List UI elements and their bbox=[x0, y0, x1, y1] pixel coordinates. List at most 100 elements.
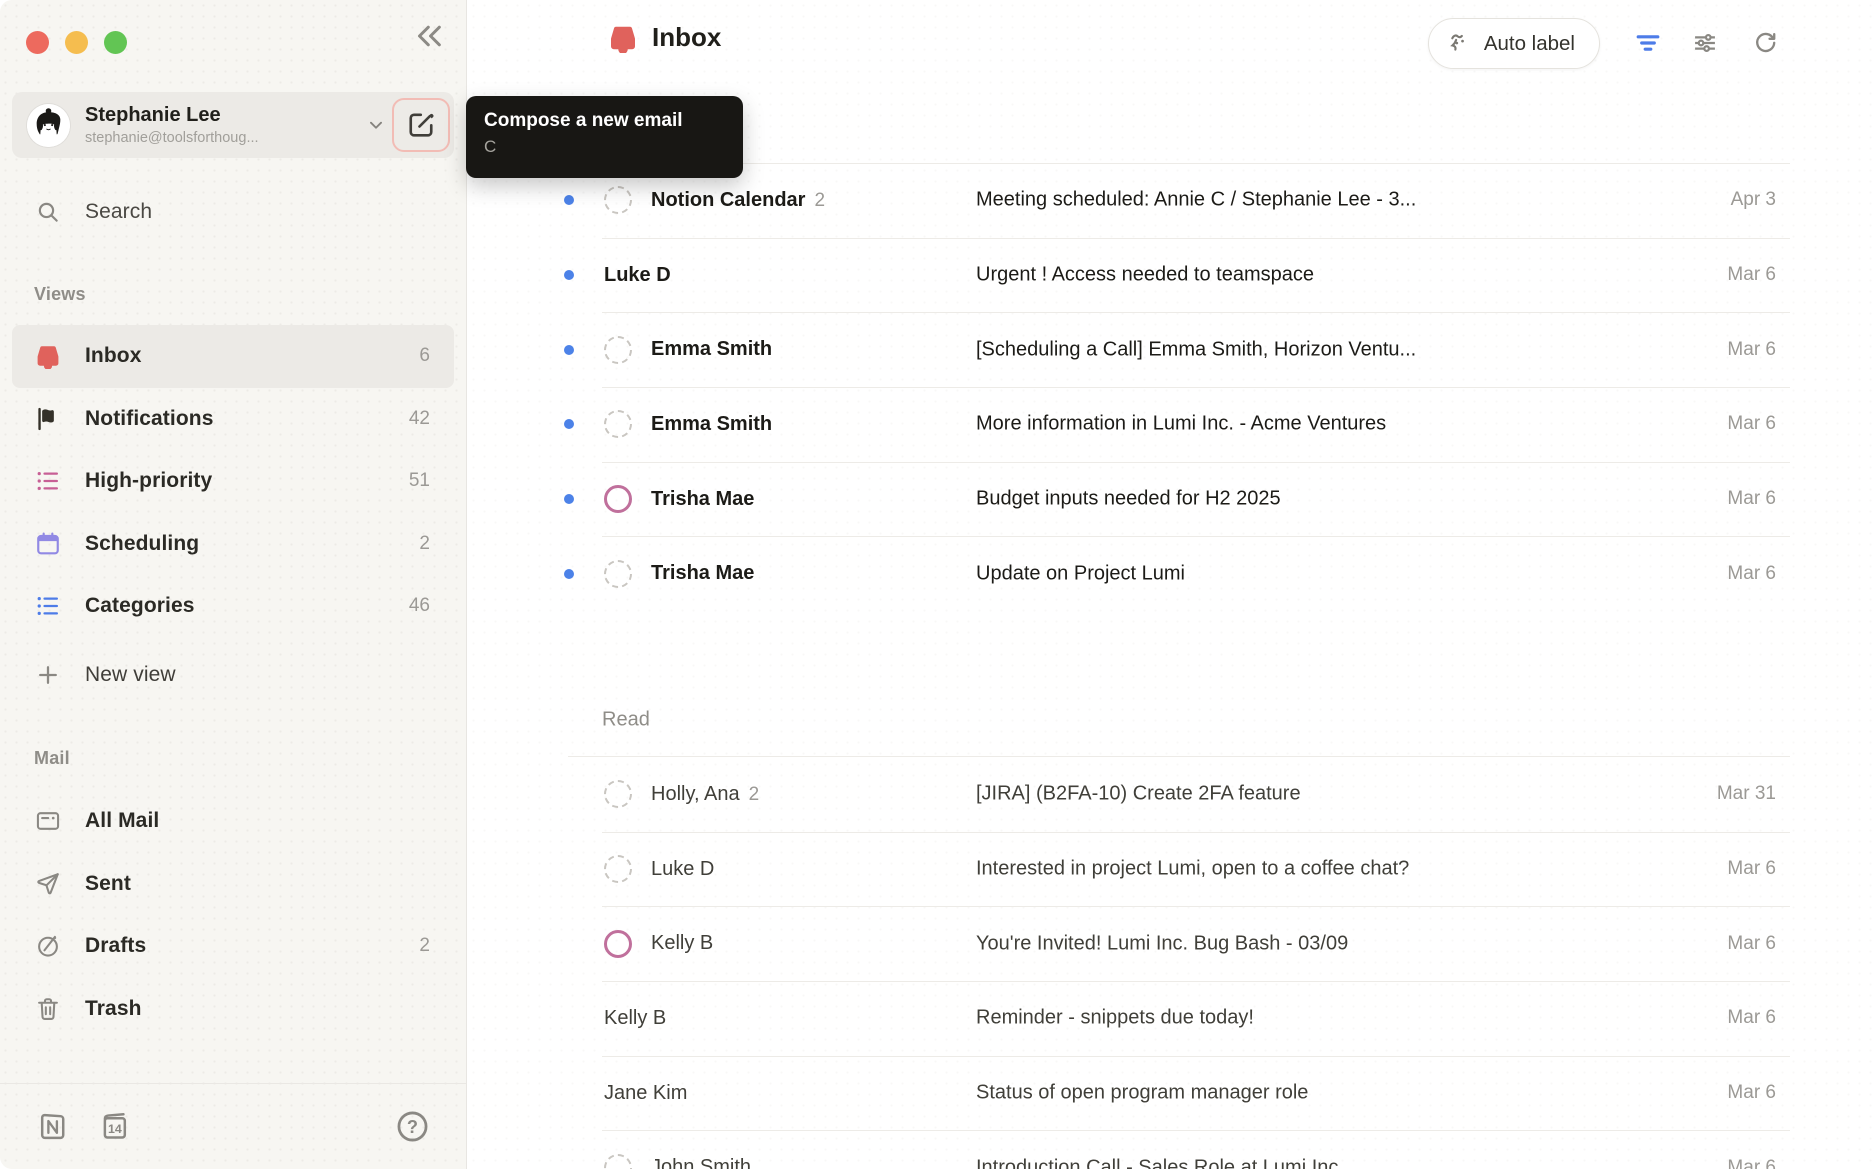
account-switcher[interactable]: Stephanie Lee stephanie@toolsforthoug... bbox=[12, 92, 454, 158]
email-subject: [JIRA] (B2FA-10) Create 2FA feature bbox=[976, 783, 1666, 806]
inbox-icon bbox=[608, 23, 638, 53]
sidebar-item-sent[interactable]: Sent bbox=[12, 853, 454, 916]
unread-dot-icon bbox=[564, 494, 574, 504]
calendar-14-icon[interactable]: 14 bbox=[98, 1110, 131, 1143]
close-button[interactable] bbox=[26, 31, 49, 54]
read-section-header: Read bbox=[468, 682, 1876, 757]
sidebar-footer: 14 ? bbox=[0, 1083, 466, 1169]
page-title: Inbox bbox=[652, 22, 721, 53]
email-sender: Luke D bbox=[604, 264, 671, 287]
compose-icon bbox=[406, 110, 436, 140]
sidebar-item-drafts[interactable]: Drafts 2 bbox=[12, 915, 454, 978]
sidebar-item-count: 2 bbox=[419, 935, 430, 957]
help-icon[interactable]: ? bbox=[395, 1109, 430, 1144]
email-date: Mar 6 bbox=[1727, 1082, 1776, 1104]
email-subject: Update on Project Lumi bbox=[976, 562, 1666, 585]
email-date: Mar 6 bbox=[1727, 488, 1776, 510]
mail-section-label: Mail bbox=[34, 748, 70, 769]
sidebar-item-categories[interactable]: Categories 46 bbox=[12, 575, 454, 638]
svg-text:14: 14 bbox=[108, 1122, 122, 1136]
email-date: Mar 6 bbox=[1727, 563, 1776, 585]
sidebar-item-scheduling[interactable]: Scheduling 2 bbox=[12, 513, 454, 576]
svg-text:?: ? bbox=[407, 1117, 418, 1137]
collapse-icon bbox=[411, 19, 445, 53]
avatar-placeholder bbox=[604, 186, 632, 214]
sidebar-item-notifications[interactable]: Notifications 42 bbox=[12, 388, 454, 451]
sidebar-item-label: Notifications bbox=[85, 407, 213, 431]
email-subject: Meeting scheduled: Annie C / Stephanie L… bbox=[976, 189, 1666, 212]
mail-list: All Mail Sent Drafts 2 Trash bbox=[0, 790, 466, 1040]
drafts-icon bbox=[34, 932, 62, 960]
email-sender: Emma Smith bbox=[651, 413, 772, 436]
email-sender: Kelly B bbox=[604, 1007, 666, 1030]
new-view-label: New view bbox=[85, 663, 176, 687]
scheduling-icon bbox=[34, 530, 62, 558]
email-sender: Jane Kim bbox=[604, 1082, 687, 1105]
all-mail-icon bbox=[34, 807, 62, 835]
email-row[interactable]: Kelly B You're Invited! Lumi Inc. Bug Ba… bbox=[468, 906, 1876, 981]
sidebar-item-inbox[interactable]: Inbox 6 bbox=[12, 325, 454, 388]
notifications-icon bbox=[34, 405, 62, 433]
sidebar-item-label: Trash bbox=[85, 997, 142, 1021]
sidebar-item-label: Sent bbox=[85, 872, 131, 896]
compose-button[interactable] bbox=[392, 98, 450, 152]
sidebar-item-label: Drafts bbox=[85, 934, 146, 958]
sidebar-item-label: High-priority bbox=[85, 469, 212, 493]
email-row[interactable]: Luke D Urgent ! Access needed to teamspa… bbox=[468, 238, 1876, 313]
display-settings-icon[interactable] bbox=[1691, 29, 1719, 57]
avatar-placeholder bbox=[604, 410, 632, 438]
email-row[interactable]: Trisha Mae Budget inputs needed for H2 2… bbox=[468, 462, 1876, 537]
compose-tooltip: Compose a new email C bbox=[466, 96, 743, 178]
high-priority-icon bbox=[34, 467, 62, 495]
email-subject: You're Invited! Lumi Inc. Bug Bash - 03/… bbox=[976, 932, 1666, 955]
filter-icon[interactable] bbox=[1634, 29, 1662, 57]
auto-label-icon bbox=[1446, 30, 1473, 57]
email-subject: More information in Lumi Inc. - Acme Ven… bbox=[976, 413, 1666, 436]
collapse-sidebar-button[interactable] bbox=[408, 16, 448, 56]
read-section-label: Read bbox=[602, 708, 650, 731]
sidebar-item-count: 2 bbox=[419, 533, 430, 555]
new-view-button[interactable]: New view bbox=[12, 644, 454, 707]
refresh-icon[interactable] bbox=[1751, 29, 1779, 57]
email-row[interactable]: John Smith Introduction Call - Sales Rol… bbox=[468, 1130, 1876, 1169]
unread-dot-icon bbox=[564, 569, 574, 579]
email-row[interactable]: Holly, Ana 2 [JIRA] (B2FA-10) Create 2FA… bbox=[468, 757, 1876, 832]
chevron-down-icon bbox=[365, 114, 387, 136]
unread-dot-icon bbox=[564, 195, 574, 205]
auto-label-button[interactable]: Auto label bbox=[1428, 18, 1600, 69]
read-list: Holly, Ana 2 [JIRA] (B2FA-10) Create 2FA… bbox=[468, 757, 1876, 1169]
email-subject: Introduction Call - Sales Role at Lumi I… bbox=[976, 1156, 1666, 1169]
zoom-button[interactable] bbox=[104, 31, 127, 54]
email-row[interactable]: Kelly B Reminder - snippets due today! M… bbox=[468, 981, 1876, 1056]
avatar-placeholder bbox=[604, 855, 632, 883]
email-sender: Trisha Mae bbox=[651, 562, 754, 585]
email-date: Mar 6 bbox=[1727, 933, 1776, 955]
email-thread-count: 2 bbox=[749, 784, 760, 806]
sidebar-item-high-priority[interactable]: High-priority 51 bbox=[12, 450, 454, 513]
email-date: Mar 6 bbox=[1727, 413, 1776, 435]
sidebar-item-all-mail[interactable]: All Mail bbox=[12, 790, 454, 853]
email-date: Mar 6 bbox=[1727, 1007, 1776, 1029]
email-row[interactable]: Luke D Interested in project Lumi, open … bbox=[468, 832, 1876, 907]
email-row[interactable]: Jane Kim Status of open program manager … bbox=[468, 1056, 1876, 1131]
window-controls bbox=[26, 31, 127, 54]
email-row[interactable]: Emma Smith [Scheduling a Call] Emma Smit… bbox=[468, 312, 1876, 387]
notion-logo[interactable] bbox=[36, 1110, 69, 1143]
search-button[interactable]: Search bbox=[12, 181, 454, 244]
minimize-button[interactable] bbox=[65, 31, 88, 54]
search-icon bbox=[34, 198, 62, 226]
sidebar-item-label: Scheduling bbox=[85, 532, 199, 556]
email-row[interactable]: Trisha Mae Update on Project Lumi Mar 6 bbox=[468, 536, 1876, 611]
sidebar: Stephanie Lee stephanie@toolsforthoug...… bbox=[0, 0, 467, 1169]
avatar-placeholder bbox=[604, 336, 632, 364]
sidebar-item-count: 51 bbox=[409, 470, 430, 492]
email-date: Mar 6 bbox=[1727, 264, 1776, 286]
inbox-icon bbox=[34, 342, 62, 370]
email-row[interactable]: Emma Smith More information in Lumi Inc.… bbox=[468, 387, 1876, 462]
sidebar-item-label: Inbox bbox=[85, 344, 142, 368]
sidebar-item-count: 46 bbox=[409, 595, 430, 617]
email-sender: John Smith bbox=[651, 1156, 751, 1169]
sidebar-item-trash[interactable]: Trash bbox=[12, 978, 454, 1041]
email-subject: Urgent ! Access needed to teamspace bbox=[976, 264, 1666, 287]
avatar-placeholder bbox=[604, 780, 632, 808]
